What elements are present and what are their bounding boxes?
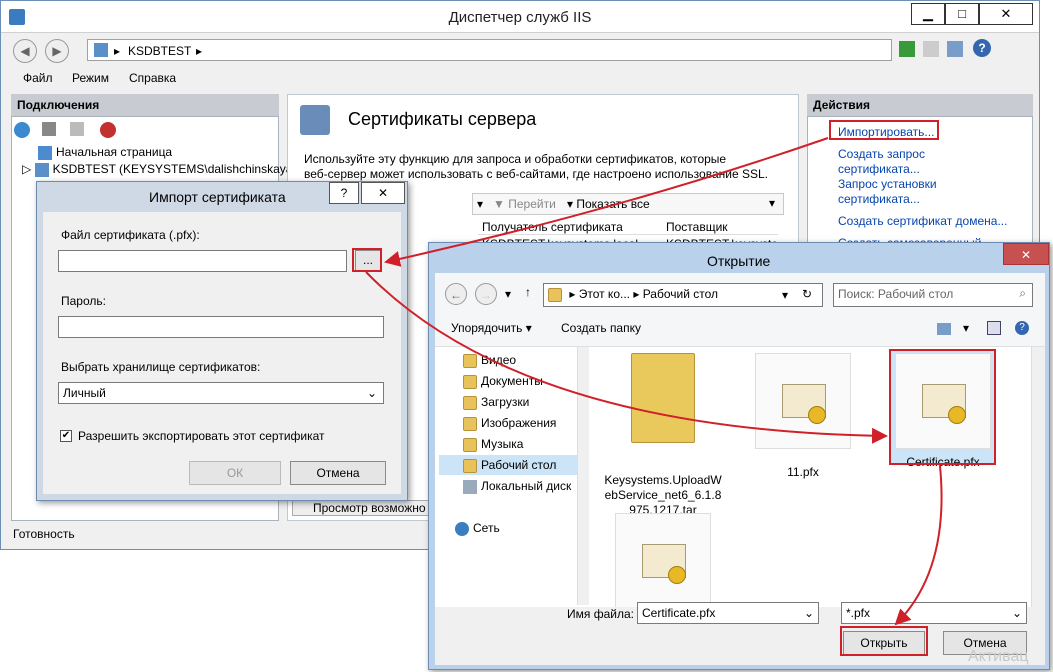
arrow-browse-to-file (365, 271, 888, 444)
activation-watermark: Активац (968, 648, 1029, 665)
arrow-file-to-open (894, 465, 943, 626)
annotation-arrows (365, 137, 943, 626)
arrow-import-to-browse (384, 137, 829, 267)
